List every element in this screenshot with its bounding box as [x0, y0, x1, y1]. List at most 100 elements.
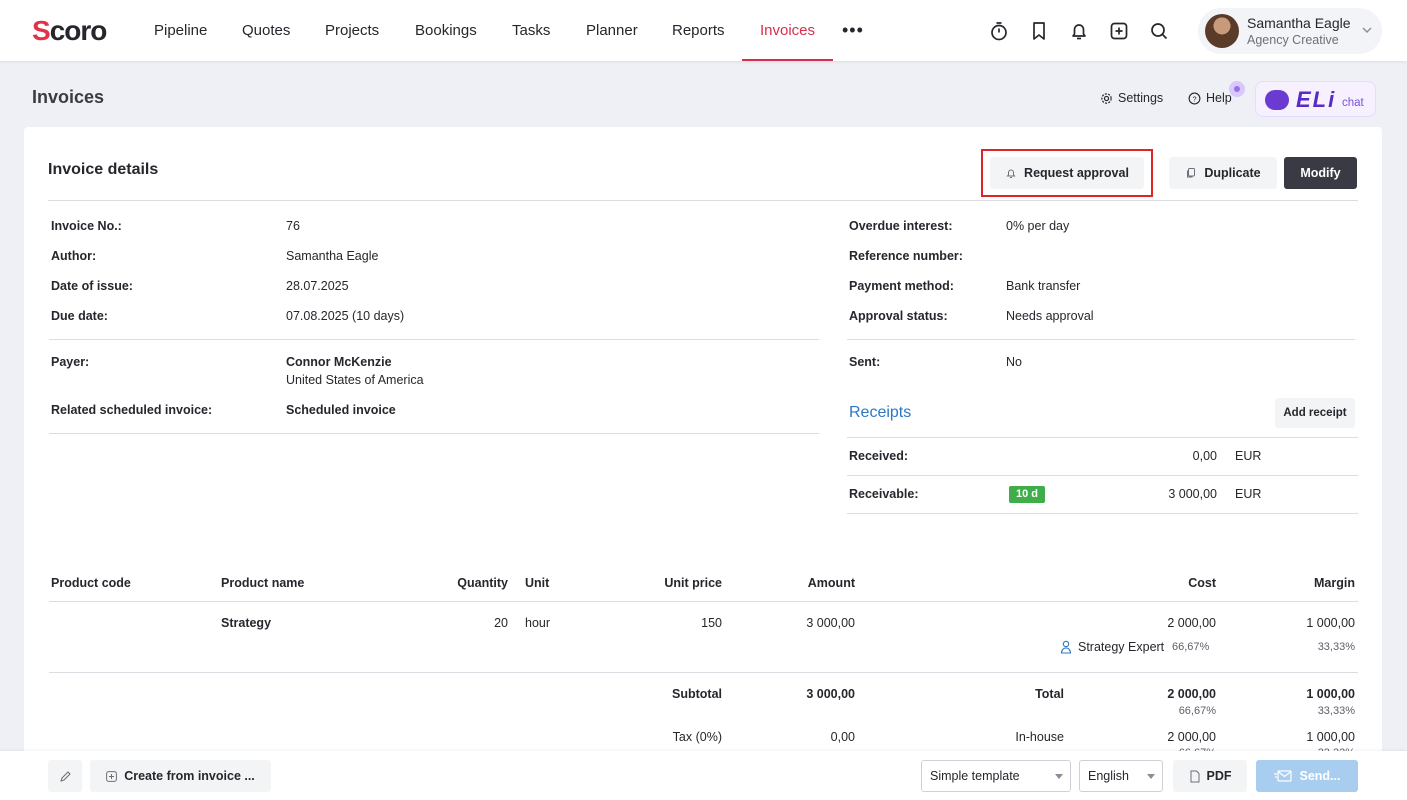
inhouse-margin: 1 000,00 — [1306, 730, 1355, 744]
author-label: Author: — [51, 249, 97, 263]
due-date-label: Due date: — [51, 309, 108, 323]
add-icon[interactable] — [1108, 20, 1130, 42]
total-label: Total — [1035, 687, 1064, 701]
add-icon — [106, 770, 118, 782]
divider — [49, 433, 819, 434]
nav-pipeline[interactable]: Pipeline — [154, 0, 207, 61]
date-of-issue-label: Date of issue: — [51, 279, 133, 293]
nav-reports[interactable]: Reports — [672, 0, 725, 61]
unit-cell: hour — [525, 616, 551, 630]
eli-chat-label: chat — [1342, 97, 1364, 109]
related-scheduled-value[interactable]: Scheduled invoice — [286, 403, 396, 417]
payer-name[interactable]: Connor McKenzie — [286, 355, 392, 369]
col-amount[interactable]: Amount — [755, 576, 855, 590]
create-from-invoice-button[interactable]: Create from invoice ... — [90, 760, 271, 792]
top-navigation: Scoro Pipeline Quotes Projects Bookings … — [0, 0, 1407, 61]
timer-icon[interactable] — [988, 20, 1010, 42]
col-product-name[interactable]: Product name — [221, 576, 304, 590]
modify-button[interactable]: Modify — [1284, 157, 1357, 189]
nav-invoices[interactable]: Invoices — [741, 0, 834, 61]
send-button[interactable]: Send... — [1256, 760, 1358, 792]
duplicate-button[interactable]: Duplicate — [1169, 157, 1277, 189]
bookmark-icon[interactable] — [1028, 20, 1050, 42]
receipts-title[interactable]: Receipts — [849, 404, 911, 422]
divider — [49, 672, 1358, 673]
subtotal-amount: 3 000,00 — [806, 687, 855, 701]
product-name-cell: Strategy — [221, 616, 272, 630]
help-link[interactable]: ? Help — [1188, 91, 1232, 105]
total-cost: 2 000,00 — [1167, 687, 1216, 701]
overdue-interest-value: 0% per day — [1006, 219, 1070, 233]
sent-label: Sent: — [849, 355, 881, 369]
payment-method-value: Bank transfer — [1006, 279, 1081, 293]
nav-planner[interactable]: Planner — [586, 0, 638, 61]
pdf-file-icon — [1190, 770, 1199, 782]
unit-price-cell: 150 — [701, 616, 722, 630]
send-label: Send... — [1299, 769, 1341, 783]
caret-down-icon — [1147, 774, 1155, 779]
total-margin-percent: 33,33% — [1317, 705, 1355, 717]
eli-chat-button[interactable]: ELi chat — [1229, 81, 1376, 117]
template-select[interactable]: Simple template — [921, 760, 1071, 792]
payer-country: United States of America — [286, 373, 424, 387]
avatar — [1205, 14, 1239, 48]
nav-projects[interactable]: Projects — [325, 0, 379, 61]
help-label: Help — [1206, 91, 1232, 105]
pdf-label: PDF — [1206, 769, 1232, 783]
add-receipt-button[interactable]: Add receipt — [1275, 398, 1355, 428]
search-icon[interactable] — [1148, 20, 1170, 42]
copy-icon — [1187, 168, 1196, 178]
amount-cell: 3 000,00 — [806, 616, 855, 630]
invoice-no-label: Invoice No.: — [51, 219, 122, 233]
due-date-value: 07.08.2025 (10 days) — [286, 309, 405, 323]
payer-label: Payer: — [51, 355, 90, 369]
help-icon: ? — [1188, 92, 1201, 104]
invoice-no-value: 76 — [286, 219, 300, 233]
pdf-button[interactable]: PDF — [1173, 760, 1247, 792]
divider — [847, 475, 1358, 476]
create-from-invoice-label: Create from invoice ... — [124, 769, 255, 783]
user-menu[interactable]: Samantha Eagle Agency Creative — [1198, 8, 1382, 54]
nav-bookings[interactable]: Bookings — [415, 0, 477, 61]
settings-label: Settings — [1118, 91, 1164, 105]
resource-name[interactable]: Strategy Expert — [1078, 640, 1164, 654]
payment-method-label: Payment method: — [849, 279, 954, 293]
user-icon — [1060, 640, 1072, 654]
notification-dot-icon — [1229, 81, 1245, 97]
nav-quotes[interactable]: Quotes — [242, 0, 290, 61]
page-title: Invoices — [32, 87, 105, 107]
author-value: Samantha Eagle — [286, 249, 379, 263]
col-quantity[interactable]: Quantity — [408, 576, 508, 590]
cost-cell: 2 000,00 — [1167, 616, 1216, 630]
invoice-details-title: Invoice details — [48, 161, 159, 178]
col-product-code[interactable]: Product code — [51, 576, 131, 590]
scoro-logo[interactable]: Scoro — [32, 17, 107, 45]
col-unit[interactable]: Unit — [525, 576, 549, 590]
col-cost[interactable]: Cost — [1116, 576, 1216, 590]
bell-icon[interactable] — [1068, 20, 1090, 42]
received-currency: EUR — [1235, 449, 1262, 463]
subtotal-label: Subtotal — [672, 687, 722, 701]
edit-button[interactable] — [48, 760, 82, 792]
settings-link[interactable]: Settings — [1100, 91, 1163, 105]
approval-status-label: Approval status: — [849, 309, 948, 323]
col-margin[interactable]: Margin — [1255, 576, 1355, 590]
nav-tasks[interactable]: Tasks — [512, 0, 550, 61]
request-approval-button[interactable]: Request approval — [990, 157, 1144, 189]
col-unit-price[interactable]: Unit price — [622, 576, 722, 590]
invoice-card: Invoice details Request approval Duplica… — [24, 127, 1382, 800]
more-icon[interactable]: ••• — [842, 20, 864, 41]
received-amount: 0,00 — [1192, 449, 1217, 463]
bottom-action-bar: Create from invoice ... Simple template … — [0, 751, 1407, 800]
reference-number-label: Reference number: — [849, 249, 963, 263]
overdue-interest-label: Overdue interest: — [849, 219, 953, 233]
chevron-down-icon — [1362, 27, 1372, 33]
divider — [847, 339, 1355, 340]
language-select[interactable]: English — [1079, 760, 1163, 792]
cost-percent: 66,67% — [1172, 641, 1210, 653]
approval-status-value: Needs approval — [1006, 309, 1094, 323]
divider — [847, 437, 1358, 438]
inhouse-label: In-house — [1015, 730, 1064, 744]
total-cost-percent: 66,67% — [1178, 705, 1216, 717]
received-label: Received: — [849, 449, 909, 463]
